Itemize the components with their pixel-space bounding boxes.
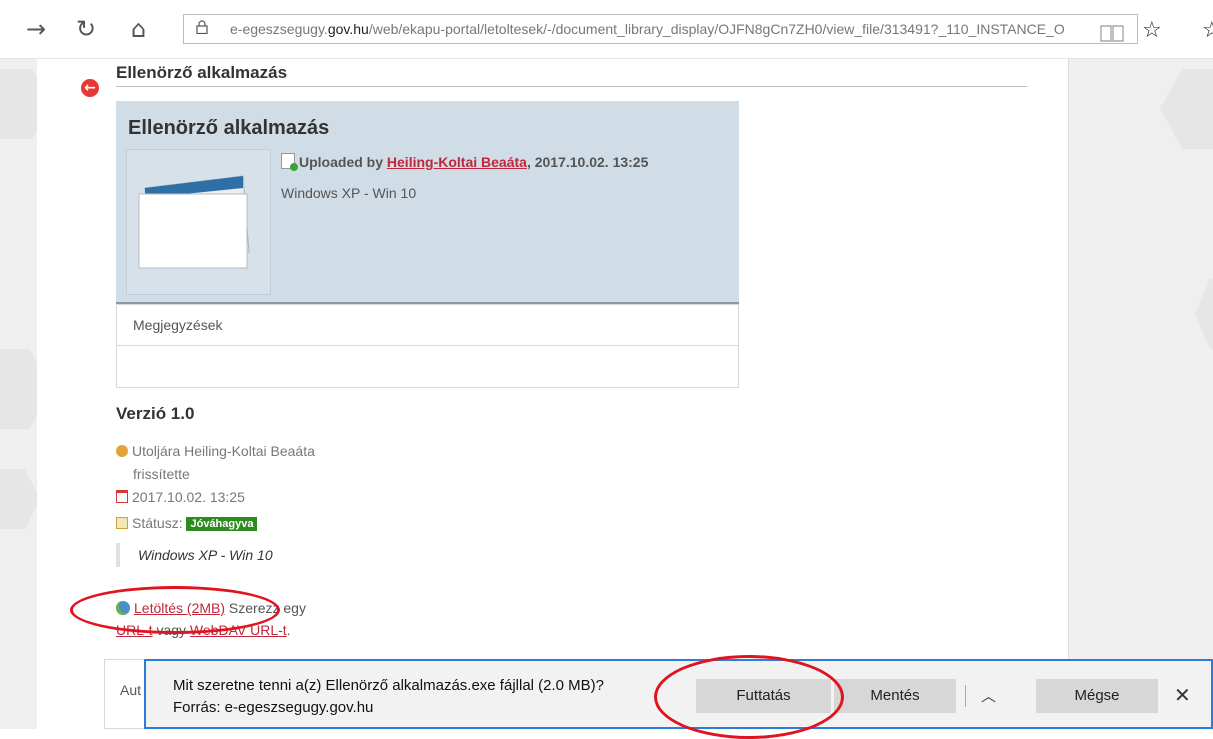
version-date: 2017.10.02. 13:25 xyxy=(116,489,245,505)
document-description: Windows XP - Win 10 xyxy=(281,185,417,201)
browser-toolbar: → ↻ ⌂ e-egeszsegugy.gov.hu/web/ekapu-por… xyxy=(0,0,1213,59)
reading-view-icon[interactable] xyxy=(1100,25,1124,42)
tab-label[interactable]: Aut xyxy=(120,682,141,698)
version-status: Státusz: Jóváhagyva xyxy=(116,515,258,532)
notes-label[interactable]: Megjegyzések xyxy=(133,317,223,333)
address-bar[interactable]: e-egeszsegugy.gov.hu/web/ekapu-portal/le… xyxy=(183,14,1138,44)
status-badge: Jóváhagyva xyxy=(186,517,258,531)
uploader-link[interactable]: Heiling-Koltai Beaáta xyxy=(387,154,527,170)
version-description: Windows XP - Win 10 xyxy=(116,543,273,567)
download-message: Mit szeretne tenni a(z) Ellenörző alkalm… xyxy=(173,675,604,719)
portlet-title: Ellenörző alkalmazás xyxy=(116,63,288,82)
calendar-icon xyxy=(116,490,128,503)
updated-by-line2: frissítette xyxy=(133,466,190,482)
back-arrow-icon[interactable]: ← xyxy=(81,79,99,97)
favorite-star-icon[interactable]: ☆ xyxy=(1142,18,1162,43)
document-title: Ellenörző alkalmazás xyxy=(128,117,330,139)
upload-info: Uploaded by Heiling-Koltai Beaáta, 2017.… xyxy=(281,151,648,171)
highlight-ellipse-download xyxy=(70,586,280,634)
document-thumbnail[interactable] xyxy=(126,149,271,295)
status-edit-icon xyxy=(116,517,128,529)
save-button[interactable]: Mentés xyxy=(834,679,956,713)
highlight-ellipse-run xyxy=(654,655,844,739)
cancel-button[interactable]: Mégse xyxy=(1036,679,1158,713)
favorites-list-icon[interactable]: ☆ xyxy=(1202,18,1213,43)
version-title: Verzió 1.0 xyxy=(116,404,195,423)
chevron-up-icon[interactable]: ︿ xyxy=(981,685,996,706)
user-icon xyxy=(116,445,128,457)
close-icon[interactable]: ✕ xyxy=(1174,683,1191,707)
lock-icon xyxy=(196,20,208,34)
url-text: e-egeszsegugy.gov.hu/web/ekapu-portal/le… xyxy=(230,21,1065,37)
home-icon[interactable]: ⌂ xyxy=(131,16,146,42)
refresh-icon[interactable]: ↻ xyxy=(76,16,96,42)
upload-file-icon xyxy=(281,153,298,171)
forward-icon[interactable]: → xyxy=(26,16,46,42)
download-source: Forrás: e-egeszsegugy.gov.hu xyxy=(173,699,374,716)
file-preview-icon xyxy=(138,175,250,269)
updated-by: Utoljára Heiling-Koltai Beaáta xyxy=(116,443,315,459)
